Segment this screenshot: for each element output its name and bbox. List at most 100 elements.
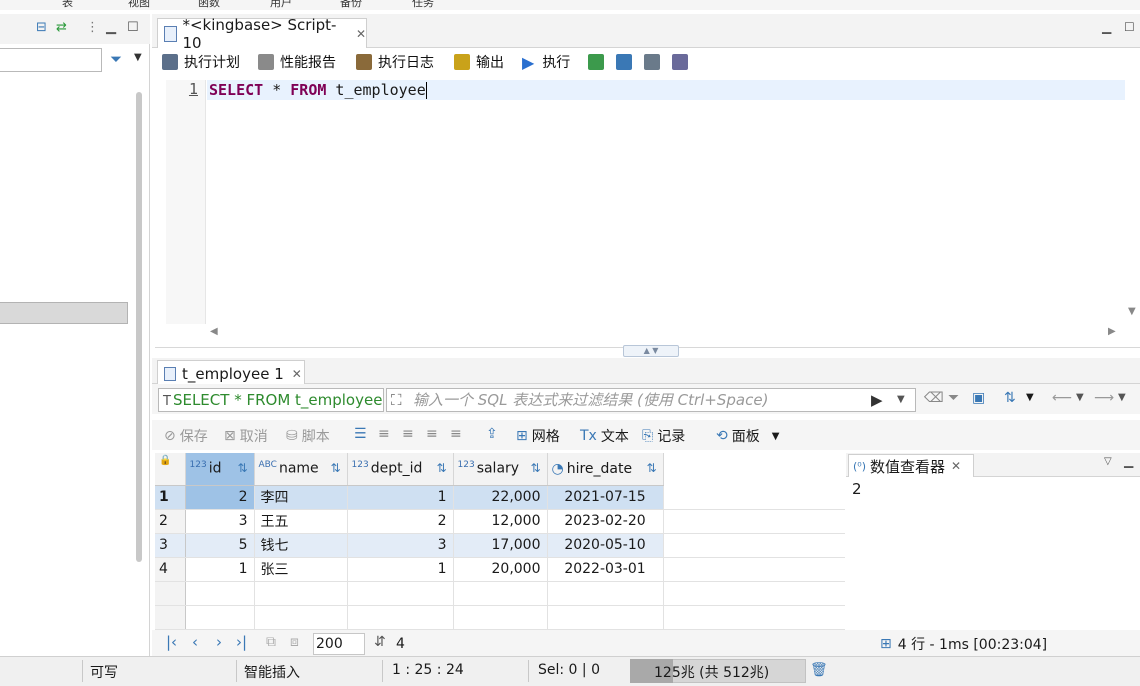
execution-plan-button[interactable]: 执行计划	[162, 52, 240, 72]
cell-dept-id[interactable]: 2	[347, 509, 454, 534]
cell-id[interactable]: 1	[185, 557, 255, 582]
add-row-icon[interactable]: ≡	[378, 426, 390, 442]
cell-hire-date[interactable]: 2023-02-20	[547, 509, 664, 534]
row-number[interactable]: 1	[155, 485, 186, 510]
new-tab-icon[interactable]	[616, 54, 632, 70]
cell-salary[interactable]: 12,000	[453, 509, 548, 534]
chevron-down-icon[interactable]: ▼	[1118, 392, 1126, 403]
sort-filter-icon[interactable]: ⇅	[646, 461, 656, 475]
column-header-dept-id[interactable]: 123 dept_id ⇅	[347, 453, 454, 486]
copy-row-icon[interactable]: ≡	[402, 426, 414, 442]
refresh-icon[interactable]: ⇅	[1004, 390, 1016, 406]
sort-filter-icon[interactable]: ⇅	[436, 461, 446, 475]
grid-view-button[interactable]: ⊞ 网格	[516, 426, 560, 446]
text-view-button[interactable]: Tx 文本	[580, 426, 629, 446]
trash-icon[interactable]: 🗑	[810, 662, 828, 678]
record-view-button[interactable]: ⎘ 记录	[642, 426, 685, 446]
filter-history-icon[interactable]: ▼	[897, 389, 905, 411]
maximize-icon[interactable]: ☐	[127, 20, 139, 35]
scroll-down-icon[interactable]: ▼	[1128, 306, 1136, 317]
column-header-name[interactable]: ABC name ⇅	[254, 453, 348, 486]
editor-vertical-scrollbar[interactable]: ▼	[1126, 36, 1140, 326]
sort-filter-icon[interactable]: ⇅	[330, 461, 340, 475]
execute-script-icon[interactable]	[588, 54, 604, 70]
editor-horizontal-scrollbar[interactable]: ◀ ▶	[208, 326, 1124, 340]
fetch-next-icon[interactable]: ⧉	[266, 634, 276, 650]
previous-page-icon[interactable]: ‹	[192, 633, 198, 651]
navigator-scrollbar[interactable]	[136, 92, 142, 562]
filter-expression-input[interactable]: ⛶ 输入一个 SQL 表达式来过滤结果 (使用 Ctrl+Space) ▶ ▼	[386, 388, 916, 412]
eraser-icon[interactable]: ⌫	[924, 390, 944, 406]
column-header-id[interactable]: 123 id ⇅	[185, 453, 255, 486]
row-number[interactable]: 4	[155, 557, 186, 582]
cell-dept-id[interactable]: 1	[347, 557, 454, 582]
export-icon[interactable]: ⇪	[486, 426, 498, 442]
link-editor-icon[interactable]: ⇄	[56, 20, 67, 35]
sort-filter-icon[interactable]: ⇅	[530, 461, 540, 475]
query-text-field[interactable]: T SELECT * FROM t_employee	[158, 388, 384, 412]
cell-hire-date[interactable]: 2022-03-01	[547, 557, 664, 582]
cell-dept-id[interactable]: 1	[347, 485, 454, 510]
menu-item-user[interactable]: 用户	[270, 0, 292, 10]
sash-toggle[interactable]: ▲ ▼	[623, 345, 679, 357]
row-number[interactable]: 3	[155, 533, 186, 558]
output-button[interactable]: 输出	[454, 52, 504, 72]
panel-button[interactable]: ⟲ 面板 ▼	[716, 426, 779, 446]
edit-row-icon[interactable]: ☰	[354, 426, 367, 442]
table-row[interactable]: 4 1 张三 1 20,000 2022-03-01	[155, 557, 845, 582]
menu-item-task[interactable]: 任务	[412, 0, 434, 10]
next-page-icon[interactable]: ›	[216, 633, 222, 651]
chevron-down-icon[interactable]: ▼	[134, 52, 142, 63]
close-icon[interactable]: ✕	[292, 367, 302, 381]
tab-results[interactable]: t_employee 1 ✕	[157, 360, 305, 386]
performance-report-button[interactable]: 性能报告	[258, 52, 336, 72]
minimize-icon[interactable]: ▁	[1124, 454, 1133, 468]
execution-log-button[interactable]: 执行日志	[356, 52, 434, 72]
table-row[interactable]: 1 2 李四 1 22,000 2021-07-15	[155, 485, 845, 510]
cell-dept-id[interactable]: 3	[347, 533, 454, 558]
page-size-input[interactable]: 200	[313, 633, 365, 655]
apply-filter-icon[interactable]: ▶	[871, 389, 883, 411]
tab-value-viewer[interactable]: (⁰) 数值查看器 ✕	[848, 454, 974, 477]
column-header-salary[interactable]: 123 salary ⇅	[453, 453, 548, 486]
last-page-icon[interactable]: ›|	[236, 633, 247, 651]
execute-button[interactable]: ▶ 执行	[522, 52, 570, 72]
minimize-icon[interactable]: ▁	[1102, 20, 1111, 34]
menu-item-backup[interactable]: 备份	[340, 0, 362, 10]
sql-editor[interactable]: SELECT * FROM t_employee	[209, 80, 426, 100]
cell-name[interactable]: 李四	[254, 485, 348, 510]
close-icon[interactable]: ✕	[951, 459, 961, 473]
chevron-down-icon[interactable]: ▼	[1026, 392, 1034, 403]
navigator-filter-input[interactable]	[0, 48, 102, 72]
cell-name[interactable]: 王五	[254, 509, 348, 534]
cell-id[interactable]: 3	[185, 509, 255, 534]
script-button[interactable]: ⛁ 脚本	[286, 426, 330, 446]
chevron-down-icon[interactable]: ▼	[1076, 392, 1084, 403]
cell-id[interactable]: 5	[185, 533, 255, 558]
column-header-hire-date[interactable]: ◔ hire_date ⇅	[547, 453, 664, 486]
fetch-all-icon[interactable]: ⧈	[290, 634, 299, 650]
explain-icon[interactable]	[644, 54, 660, 70]
minimize-icon[interactable]: ▁	[106, 20, 116, 35]
cell-hire-date[interactable]: 2021-07-15	[547, 485, 664, 510]
cell-salary[interactable]: 20,000	[453, 557, 548, 582]
menu-item-view[interactable]: 视图	[128, 0, 150, 10]
view-menu-icon[interactable]: ⋮	[86, 20, 99, 35]
row-number[interactable]: 2	[155, 509, 186, 534]
collapse-all-icon[interactable]: ⊟	[36, 20, 47, 35]
filter-icon[interactable]: ⏷	[110, 50, 122, 68]
scroll-right-icon[interactable]: ▶	[1108, 326, 1116, 337]
delete-row-icon[interactable]: ≡	[426, 426, 438, 442]
menu-item-function[interactable]: 函数	[198, 0, 220, 10]
cell-salary[interactable]: 22,000	[453, 485, 548, 510]
table-row[interactable]: 3 5 钱七 3 17,000 2020-05-10	[155, 533, 845, 558]
cell-id[interactable]: 2	[185, 485, 255, 510]
revert-icon[interactable]: ≡	[450, 426, 462, 442]
navigator-selected-item[interactable]	[0, 302, 128, 324]
refresh-icon[interactable]: ⇵	[374, 634, 386, 650]
cell-hire-date[interactable]: 2020-05-10	[547, 533, 664, 558]
save-button[interactable]: ⊘ 保存	[164, 426, 208, 446]
filter-settings-icon[interactable]: ⏷	[948, 390, 959, 406]
chevron-down-icon[interactable]: ▼	[772, 431, 780, 442]
close-icon[interactable]: ✕	[356, 27, 366, 41]
